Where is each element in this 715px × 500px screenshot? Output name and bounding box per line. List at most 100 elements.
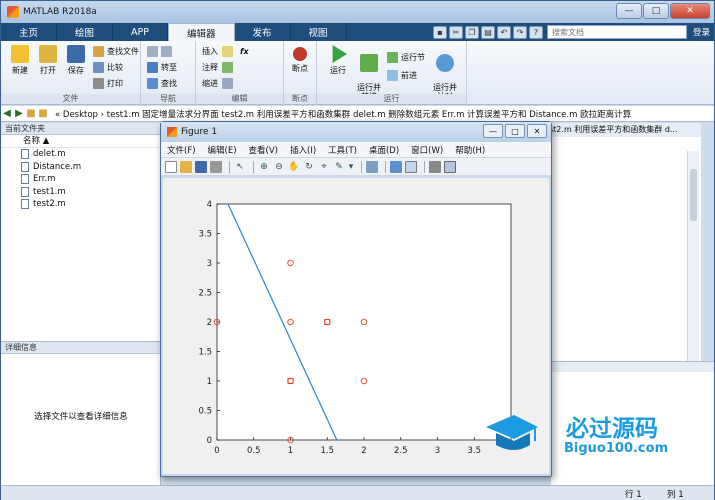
indent-button[interactable]: 缩进 xyxy=(202,77,236,90)
select-arrow-icon[interactable]: ↖ xyxy=(234,161,246,173)
run-play-icon xyxy=(332,45,347,63)
save-quick-icon[interactable]: ▪ xyxy=(432,25,447,39)
scrollbar-thumb[interactable] xyxy=(690,169,697,221)
new-figure-icon[interactable] xyxy=(165,160,177,173)
file-list-item[interactable]: Distance.m xyxy=(1,161,160,174)
breakpoints-label: 断点 xyxy=(292,64,308,73)
ribbon-tab-strip: 主页 绘图 APP 编辑器 发布 视图 ▪ ✂ ❐ ▤ ↶ ↷ ? 搜索文档 登… xyxy=(1,23,714,41)
show-plot-tools-icon[interactable] xyxy=(444,160,456,173)
tab-plots[interactable]: 绘图 xyxy=(57,23,114,41)
minimize-button[interactable]: — xyxy=(616,3,642,19)
new-button[interactable]: 新建 xyxy=(7,45,33,76)
menu-desktop[interactable]: 桌面(D) xyxy=(369,144,399,156)
fx-icon[interactable]: fx xyxy=(240,47,249,56)
tab-view[interactable]: 视图 xyxy=(291,23,347,41)
editor-scrollbar[interactable] xyxy=(687,151,699,361)
back-forward-nav[interactable] xyxy=(147,45,175,58)
print-button[interactable]: 打印 xyxy=(93,77,123,90)
tab-publish[interactable]: 发布 xyxy=(235,23,291,41)
zoom-out-icon[interactable]: ⊖ xyxy=(273,161,285,173)
data-cursor-icon[interactable]: ⌖ xyxy=(318,161,330,173)
figure-minimize-button[interactable]: — xyxy=(483,124,503,138)
tab-apps[interactable]: APP xyxy=(113,23,168,41)
undo-icon[interactable]: ↶ xyxy=(496,25,511,39)
figure-close-button[interactable]: ✕ xyxy=(527,124,547,138)
rotate-3d-icon[interactable]: ↻ xyxy=(303,161,315,173)
insert-icon xyxy=(222,46,233,57)
find-files-button[interactable]: 查找文件 xyxy=(93,45,139,58)
open-button[interactable]: 打开 xyxy=(35,45,61,76)
zoom-in-icon[interactable]: ⊕ xyxy=(258,161,270,173)
back-icon[interactable]: ◀ xyxy=(1,108,13,119)
pan-hand-icon[interactable]: ✋ xyxy=(288,161,300,173)
colorbar-icon[interactable] xyxy=(390,160,402,173)
find-icon xyxy=(147,78,158,89)
x-tick-label: 0 xyxy=(214,446,219,456)
close-button[interactable]: ✕ xyxy=(670,3,710,19)
browse-folder-icon[interactable]: ■ xyxy=(37,108,49,119)
insert-button[interactable]: 插入 fx xyxy=(202,45,249,58)
figure-title: Figure 1 xyxy=(181,127,218,137)
x-tick-label: 3 xyxy=(435,446,440,456)
link-plot-icon[interactable] xyxy=(366,160,378,173)
up-folder-icon[interactable]: ■ xyxy=(25,108,37,119)
hide-plot-tools-icon[interactable] xyxy=(429,160,441,173)
forward-icon[interactable]: ▶ xyxy=(13,108,25,119)
tab-home[interactable]: 主页 xyxy=(1,23,58,41)
print-figure-icon[interactable] xyxy=(210,160,222,173)
comment-icon xyxy=(222,62,233,73)
advance-button[interactable]: 前进 xyxy=(387,69,417,82)
run-and-time-button[interactable]: 运行并 计时 xyxy=(431,45,459,101)
find-button[interactable]: 查找 xyxy=(147,77,177,90)
m-file-icon xyxy=(21,149,29,160)
file-list-item[interactable]: test2.m xyxy=(1,198,160,211)
name-column-header[interactable]: 名称 ▲ xyxy=(1,135,160,148)
run-button[interactable]: 运行 xyxy=(325,45,351,76)
figure-window-controls: — □ ✕ xyxy=(481,124,547,138)
tab-editor[interactable]: 编辑器 xyxy=(168,23,235,41)
run-and-advance-button[interactable]: 运行并 前进 xyxy=(355,45,383,101)
file-list-item[interactable]: delet.m xyxy=(1,148,160,161)
help-icon[interactable]: ? xyxy=(528,25,543,39)
goto-button[interactable]: 转至 xyxy=(147,61,177,74)
menu-file[interactable]: 文件(F) xyxy=(167,144,196,156)
comment-button[interactable]: 注释 xyxy=(202,61,236,74)
brush-icon[interactable]: ✎ xyxy=(333,161,345,173)
run-section-button[interactable]: 运行节 xyxy=(387,51,425,64)
comment-label: 注释 xyxy=(202,63,218,72)
breakpoints-button[interactable]: 断点 xyxy=(287,45,313,74)
login-link[interactable]: 登录 xyxy=(693,26,710,38)
x-tick-label: 3.5 xyxy=(467,446,481,456)
x-tick-label: 2 xyxy=(361,446,366,456)
cut-icon[interactable]: ✂ xyxy=(448,25,463,39)
menu-insert[interactable]: 插入(I) xyxy=(290,144,316,156)
menu-window[interactable]: 窗口(W) xyxy=(411,144,443,156)
legend-icon[interactable] xyxy=(405,160,417,173)
editor-tab[interactable]: st2.m 利用误差平方和函数集群 d... xyxy=(541,123,701,137)
figure-title-bar[interactable]: Figure 1 — □ ✕ xyxy=(161,122,551,142)
paste-icon[interactable]: ▤ xyxy=(480,25,495,39)
save-label: 保存 xyxy=(68,66,84,75)
y-tick-label: 1.5 xyxy=(198,348,212,358)
title-bar: MATLAB R2018a — □ ✕ xyxy=(1,1,714,23)
watermark-url: Biguo100.com xyxy=(564,441,669,456)
maximize-button[interactable]: □ xyxy=(643,3,669,19)
open-file-icon[interactable] xyxy=(180,160,192,173)
save-figure-icon[interactable] xyxy=(195,160,207,173)
menu-tools[interactable]: 工具(T) xyxy=(328,144,357,156)
save-button[interactable]: 保存 xyxy=(63,45,89,76)
brush-dropdown-icon[interactable]: ▾ xyxy=(348,161,354,173)
compare-button[interactable]: 比较 xyxy=(93,61,123,74)
figure-maximize-button[interactable]: □ xyxy=(505,124,525,138)
x-tick-label: 1.5 xyxy=(320,446,334,456)
file-list-item[interactable]: test1.m xyxy=(1,186,160,199)
file-list-item[interactable]: Err.m xyxy=(1,173,160,186)
menu-help[interactable]: 帮助(H) xyxy=(455,144,485,156)
menu-view[interactable]: 查看(V) xyxy=(249,144,278,156)
y-tick-label: 2 xyxy=(207,318,212,328)
current-path[interactable]: « Desktop › test1.m 固定增量法求分界面 test2.m 利用… xyxy=(55,108,631,120)
redo-icon[interactable]: ↷ xyxy=(512,25,527,39)
search-documentation-input[interactable]: 搜索文档 xyxy=(546,25,687,39)
menu-edit[interactable]: 编辑(E) xyxy=(208,144,237,156)
copy-icon[interactable]: ❐ xyxy=(464,25,479,39)
